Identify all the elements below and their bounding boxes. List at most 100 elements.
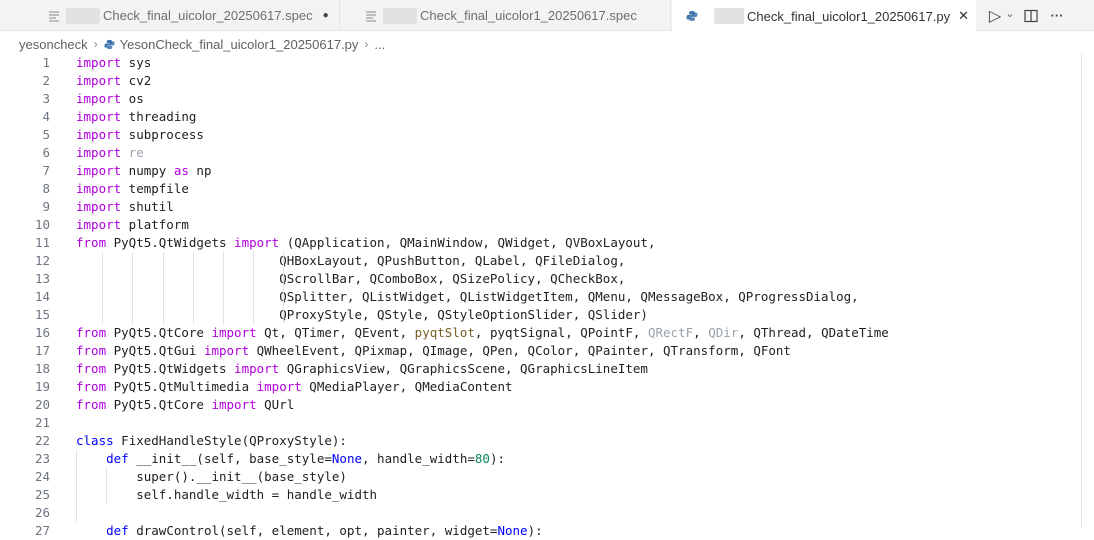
code-line[interactable]: 3 import os <box>0 90 1070 108</box>
line-number: 27 <box>34 523 50 538</box>
split-editor-icon[interactable] <box>1016 9 1046 23</box>
code-line[interactable]: 13 QScrollBar, QComboBox, QSizePolicy, Q… <box>0 270 1070 288</box>
indent-guide <box>162 252 164 324</box>
code-line[interactable]: 12 QHBoxLayout, QPushButton, QLabel, QFi… <box>0 252 1070 270</box>
code-token: ): <box>527 523 543 538</box>
code-line[interactable]: 21 <box>0 414 1070 432</box>
code-token: from <box>76 379 107 394</box>
line-number: 13 <box>34 271 50 286</box>
line-number: 6 <box>42 145 50 160</box>
code-token: import <box>234 361 280 376</box>
tab-spec-2[interactable]: Check_final_uicolor1_20250617.spec <box>341 0 671 31</box>
line-number: 1 <box>42 55 50 70</box>
code-token: QWheelEvent, QPixmap, QImage, QPen, QCol… <box>249 343 791 358</box>
indent-guide <box>192 252 194 324</box>
code-token: shutil <box>121 199 174 214</box>
code-token: super().__init__(base_style) <box>76 469 347 484</box>
code-token: PyQt5.QtCore <box>106 325 212 340</box>
code-token: QHBoxLayout, QPushButton, QLabel, QFileD… <box>76 253 626 268</box>
code-line[interactable]: 23 def __init__(self, base_style=None, h… <box>0 450 1070 468</box>
chevron-down-icon[interactable]: ⌄ <box>1004 7 1016 20</box>
line-number: 4 <box>42 109 50 124</box>
code-line[interactable]: 9 import shutil <box>0 198 1070 216</box>
code-line[interactable]: 26 <box>0 504 1070 522</box>
breadcrumb-file[interactable]: YesonCheck_final_uicolor1_20250617.py <box>120 37 359 52</box>
code-line[interactable]: 7 import numpy as np <box>0 162 1070 180</box>
code-token: import <box>76 73 122 88</box>
code-token: None <box>331 451 362 466</box>
code-line[interactable]: 10 import platform <box>0 216 1070 234</box>
chevron-right-icon: › <box>364 37 369 51</box>
code-editor[interactable]: 1 import sys 2 import cv2 3 import os 4 import … <box>0 54 1094 538</box>
code-line[interactable]: 2 import cv2 <box>0 72 1070 90</box>
code-token: cv2 <box>121 73 152 88</box>
code-token: os <box>121 91 144 106</box>
code-token: numpy <box>121 163 174 178</box>
vertical-scrollbar[interactable] <box>1081 54 1082 528</box>
indent-guide <box>106 468 108 504</box>
code-line[interactable]: 18 from PyQt5.QtWidgets import QGraphicsV… <box>0 360 1070 378</box>
line-number: 24 <box>34 469 50 484</box>
code-token: , pyqtSignal, QPointF, <box>474 325 648 340</box>
tab-spec-1[interactable]: Check_final_uicolor_20250617.spec ● <box>0 0 340 31</box>
tab-python-active[interactable]: Check_final_uicolor1_20250617.py ✕ <box>672 0 976 32</box>
code-token: FixedHandleStyle(QProxyStyle): <box>113 433 347 448</box>
code-token: import <box>211 397 257 412</box>
code-token: from <box>76 235 107 250</box>
breadcrumb-more[interactable]: ... <box>374 37 385 52</box>
breadcrumb-folder[interactable]: yesoncheck <box>19 37 88 52</box>
code-text: class FixedHandleStyle(QProxyStyle): <box>76 432 347 450</box>
code-line[interactable]: 11 from PyQt5.QtWidgets import (QApplicat… <box>0 234 1070 252</box>
code-line[interactable]: 27 def drawControl(self, element, opt, p… <box>0 522 1070 540</box>
code-line[interactable]: 22 class FixedHandleStyle(QProxyStyle): <box>0 432 1070 450</box>
more-icon[interactable]: ··· <box>1046 8 1068 23</box>
code-line[interactable]: 20 from PyQt5.QtCore import QUrl <box>0 396 1070 414</box>
line-number: 9 <box>42 199 50 214</box>
code-token: def <box>106 523 129 538</box>
line-number: 8 <box>42 181 50 196</box>
code-text: import platform <box>76 216 189 234</box>
line-number: 16 <box>34 325 50 340</box>
code-line[interactable]: 14 QSplitter, QListWidget, QListWidgetIt… <box>0 288 1070 306</box>
code-text: QHBoxLayout, QPushButton, QLabel, QFileD… <box>76 252 625 270</box>
code-line[interactable]: 8 import tempfile <box>0 180 1070 198</box>
code-text: import subprocess <box>76 126 204 144</box>
play-icon[interactable]: ▷ <box>986 6 1004 26</box>
code-text: from PyQt5.QtMultimedia import QMediaPla… <box>76 378 513 396</box>
code-line[interactable]: 19 from PyQt5.QtMultimedia import QMediaP… <box>0 378 1070 396</box>
code-text: from PyQt5.QtWidgets import QGraphicsVie… <box>76 360 648 378</box>
code-text: from PyQt5.QtCore import Qt, QTimer, QEv… <box>76 324 889 342</box>
code-token: import <box>76 145 122 160</box>
code-line[interactable]: 6 import re <box>0 144 1070 162</box>
code-text: from PyQt5.QtGui import QWheelEvent, QPi… <box>76 342 791 360</box>
code-token: def <box>106 451 129 466</box>
line-number: 25 <box>34 487 50 502</box>
code-token: ): <box>489 451 506 466</box>
code-line[interactable]: 24 super().__init__(base_style) <box>0 468 1070 486</box>
file-lines-icon <box>46 8 62 24</box>
code-token: , QThread, QDateTime <box>738 325 889 340</box>
code-token: QUrl <box>256 397 295 412</box>
code-token: __init__(self, base_style= <box>128 451 332 466</box>
line-number: 12 <box>34 253 50 268</box>
code-text: def __init__(self, base_style=None, hand… <box>76 450 505 468</box>
code-line[interactable]: 5 import subprocess <box>0 126 1070 144</box>
code-line[interactable]: 17 from PyQt5.QtGui import QWheelEvent, Q… <box>0 342 1070 360</box>
code-line[interactable]: 1 import sys <box>0 54 1070 72</box>
code-token: as <box>173 163 189 178</box>
code-line[interactable]: 4 import threading <box>0 108 1070 126</box>
code-token: QDir <box>708 325 739 340</box>
code-line[interactable]: 16 from PyQt5.QtCore import Qt, QTimer, Q… <box>0 324 1070 342</box>
code-line[interactable]: 25 self.handle_width = handle_width <box>0 486 1070 504</box>
code-token: QRectF <box>647 325 694 340</box>
code-text: import os <box>76 90 144 108</box>
close-icon[interactable]: ✕ <box>958 8 969 24</box>
code-token: from <box>76 343 107 358</box>
code-token: , <box>693 325 709 340</box>
code-token: QScrollBar, QComboBox, QSizePolicy, QChe… <box>76 271 626 286</box>
line-number: 10 <box>34 217 50 232</box>
line-number: 11 <box>34 235 50 250</box>
unsaved-dot-icon[interactable]: ● <box>323 10 329 21</box>
code-line[interactable]: 15 QProxyStyle, QStyle, QStyleOptionSlid… <box>0 306 1070 324</box>
